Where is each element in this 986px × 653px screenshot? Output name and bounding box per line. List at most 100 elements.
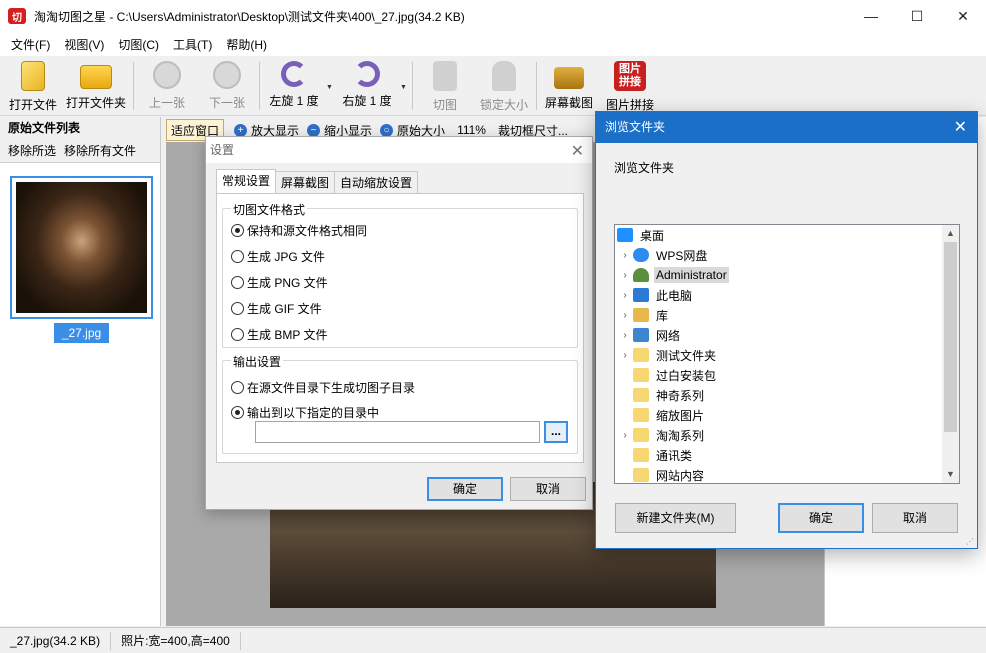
computer-icon: [633, 288, 649, 302]
menu-cut[interactable]: 切图(C): [111, 36, 166, 53]
output-group-label: 输出设置: [231, 353, 284, 370]
status-dimensions: 照片:宽=400,高=400: [111, 631, 241, 650]
maximize-button[interactable]: ☐: [894, 0, 940, 32]
close-icon[interactable]: ✕: [571, 141, 584, 161]
rotate-right-button[interactable]: 右旋 1 度: [337, 59, 397, 113]
scrollbar-thumb[interactable]: [944, 242, 957, 432]
scroll-up-icon[interactable]: ▲: [942, 225, 959, 242]
radio-custom-dir[interactable]: 输出到以下指定的目录中: [231, 404, 379, 421]
tab-auto-scale[interactable]: 自动缩放设置: [334, 171, 419, 193]
tree-scrollbar[interactable]: ▲ ▼: [942, 225, 959, 483]
chevron-right-icon[interactable]: ›: [617, 270, 633, 281]
settings-dialog-title: 设置: [206, 137, 592, 163]
file-list-header: 原始文件列表: [0, 117, 160, 139]
tree-item-magic-series[interactable]: 神奇系列: [615, 385, 944, 405]
prev-image-button[interactable]: 上一张: [145, 59, 189, 113]
rotate-left-icon: [281, 61, 307, 87]
tree-item-this-pc[interactable]: › 此电脑: [615, 285, 944, 305]
radio-indicator: [231, 276, 244, 289]
zoom-out-icon: −: [307, 123, 321, 137]
tree-item-installers[interactable]: 过白安装包: [615, 365, 944, 385]
new-folder-button[interactable]: 新建文件夹(M): [615, 503, 736, 533]
file-thumbnail[interactable]: [10, 176, 153, 319]
tree-item-wps-drive[interactable]: › WPS网盘: [615, 245, 944, 265]
settings-ok-button[interactable]: 确定: [427, 477, 503, 501]
chevron-right-icon[interactable]: ›: [617, 310, 633, 321]
rotate-left-dropdown-icon[interactable]: ▼: [326, 84, 333, 91]
folder-icon: [633, 388, 649, 402]
resize-grip-icon[interactable]: ⋰: [966, 537, 974, 546]
settings-tabs: 常规设置 屏幕截图 自动缩放设置: [216, 169, 419, 193]
tree-item-scaled-images[interactable]: 缩放图片: [615, 405, 944, 425]
chevron-right-icon[interactable]: ›: [617, 350, 633, 361]
close-button[interactable]: ✕: [940, 0, 986, 32]
chevron-right-icon[interactable]: ›: [617, 290, 633, 301]
folder-icon: [633, 408, 649, 422]
tree-item-network[interactable]: › 网络: [615, 325, 944, 345]
radio-source-subdir[interactable]: 在源文件目录下生成切图子目录: [231, 379, 415, 396]
app-logo-icon: 切: [8, 8, 26, 24]
tree-item-library[interactable]: › 库: [615, 305, 944, 325]
network-icon: [633, 328, 649, 342]
file-name-label[interactable]: _27.jpg: [54, 323, 109, 343]
tree-item-website-content[interactable]: 网站内容: [615, 465, 944, 483]
lock-size-button[interactable]: 锁定大小: [477, 59, 531, 113]
rotate-right-dropdown-icon[interactable]: ▼: [400, 84, 407, 91]
arrow-left-icon: [153, 61, 181, 89]
open-folder-icon: [80, 65, 112, 89]
cut-button[interactable]: 切图: [425, 59, 465, 113]
remove-selected-button[interactable]: 移除所选: [8, 142, 56, 159]
open-folder-button[interactable]: 打开文件夹: [64, 59, 128, 113]
browse-cancel-button[interactable]: 取消: [872, 503, 958, 533]
close-icon[interactable]: ✕: [954, 117, 967, 137]
open-file-icon: [21, 61, 45, 91]
folder-icon: [633, 428, 649, 442]
chevron-right-icon[interactable]: ›: [617, 430, 633, 441]
screenshot-button[interactable]: 屏幕截图: [542, 59, 596, 113]
scroll-down-icon[interactable]: ▼: [942, 466, 959, 483]
browse-ok-button[interactable]: 确定: [778, 503, 864, 533]
menu-view[interactable]: 视图(V): [57, 36, 111, 53]
rotate-left-button[interactable]: 左旋 1 度: [265, 59, 323, 113]
radio-png[interactable]: 生成 PNG 文件: [231, 274, 328, 291]
open-file-button[interactable]: 打开文件: [6, 59, 60, 113]
folder-tree[interactable]: 桌面 › WPS网盘 › Administrator › 此电脑 › 库 › 网…: [614, 224, 960, 484]
tab-general[interactable]: 常规设置: [216, 169, 277, 193]
tree-item-administrator[interactable]: › Administrator: [615, 265, 944, 285]
radio-indicator: [231, 381, 244, 394]
settings-cancel-button[interactable]: 取消: [510, 477, 586, 501]
screenshot-icon: [554, 67, 584, 89]
menu-bar: 文件(F) 视图(V) 切图(C) 工具(T) 帮助(H): [0, 32, 986, 56]
menu-help[interactable]: 帮助(H): [219, 36, 274, 53]
general-settings-panel: 切图文件格式 保持和源文件格式相同 生成 JPG 文件 生成 PNG 文件 生成…: [216, 193, 584, 463]
toolbar-separator: [133, 62, 134, 110]
menu-tools[interactable]: 工具(T): [166, 36, 219, 53]
output-directory-input[interactable]: [255, 421, 540, 443]
tree-item-communications[interactable]: 通讯类: [615, 445, 944, 465]
user-icon: [633, 268, 649, 282]
next-image-button[interactable]: 下一张: [205, 59, 249, 113]
radio-indicator: [231, 406, 244, 419]
tree-item-taotao-series[interactable]: › 淘淘系列: [615, 425, 944, 445]
original-size-icon: ○: [380, 123, 394, 137]
toolbar-separator: [536, 62, 537, 110]
settings-dialog: 设置 ✕ 常规设置 屏幕截图 自动缩放设置 切图文件格式 保持和源文件格式相同 …: [205, 136, 593, 510]
menu-file[interactable]: 文件(F): [4, 36, 57, 53]
browse-dialog-title: 浏览文件夹: [596, 112, 977, 143]
folder-icon: [633, 348, 649, 362]
chevron-right-icon[interactable]: ›: [617, 250, 633, 261]
folder-icon: [633, 448, 649, 462]
image-stitch-button[interactable]: 图片 拼接 图片拼接: [602, 59, 658, 113]
browse-directory-button[interactable]: ...: [544, 421, 568, 443]
radio-gif[interactable]: 生成 GIF 文件: [231, 300, 322, 317]
tree-item-test-folder[interactable]: › 测试文件夹: [615, 345, 944, 365]
radio-bmp[interactable]: 生成 BMP 文件: [231, 326, 327, 343]
chevron-right-icon[interactable]: ›: [617, 330, 633, 341]
minimize-button[interactable]: —: [848, 0, 894, 32]
tree-item-desktop[interactable]: 桌面: [615, 225, 944, 245]
radio-keep-format[interactable]: 保持和源文件格式相同: [231, 222, 367, 239]
tab-screenshot[interactable]: 屏幕截图: [275, 171, 336, 193]
remove-all-button[interactable]: 移除所有文件: [64, 142, 136, 159]
radio-jpg[interactable]: 生成 JPG 文件: [231, 248, 325, 265]
zoom-in-icon: +: [234, 123, 248, 137]
